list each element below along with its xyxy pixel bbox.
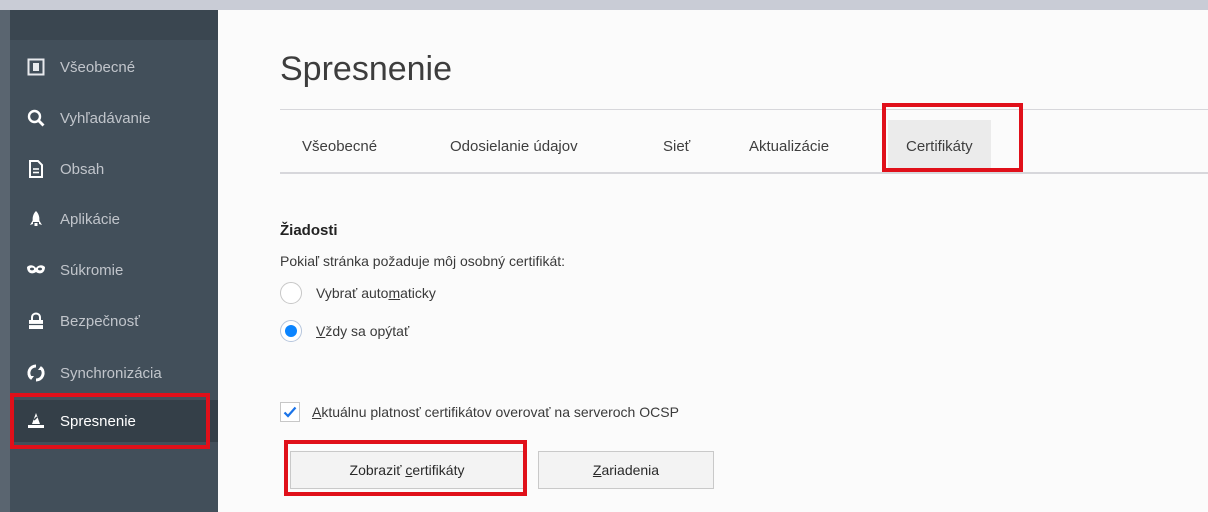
document-icon	[26, 159, 46, 179]
tab-data-choices[interactable]: Odosielanie údajov	[450, 120, 578, 172]
tab-update[interactable]: Aktualizácie	[749, 120, 829, 172]
radio-button-selected[interactable]	[280, 320, 302, 342]
ocsp-checkbox-label: Aktuálnu platnosť certifikátov overovať …	[312, 404, 679, 420]
sidebar-item-content[interactable]: Obsah	[14, 148, 218, 190]
sidebar-item-label: Synchronizácia	[60, 364, 162, 382]
tab-bar: Všeobecné Odosielanie údajov Sieť Aktual…	[280, 120, 1208, 172]
radio-label: Vždy sa opýtať	[316, 323, 410, 339]
sidebar-item-label: Aplikácie	[60, 210, 121, 228]
sidebar-item-sync[interactable]: Synchronizácia	[14, 352, 218, 394]
sidebar-top-bar	[10, 10, 218, 40]
wizard-hat-icon	[26, 411, 46, 431]
sync-icon	[26, 363, 46, 383]
sidebar-edge	[0, 10, 10, 512]
tab-certificates[interactable]: Certifikáty	[888, 120, 991, 172]
rocket-icon	[26, 209, 46, 229]
main-panel: Spresnenie Všeobecné Odosielanie údajov …	[218, 10, 1208, 512]
radio-select-automatically[interactable]: Vybrať automaticky	[280, 282, 436, 304]
search-icon	[26, 108, 46, 128]
radio-button[interactable]	[280, 282, 302, 304]
radio-ask-every-time[interactable]: Vždy sa opýtať	[280, 320, 409, 342]
security-devices-button[interactable]: Zariadenia	[538, 451, 714, 489]
mask-icon	[26, 260, 46, 280]
lock-icon	[26, 311, 46, 331]
sidebar-item-applications[interactable]: Aplikácie	[14, 198, 218, 240]
title-divider	[280, 109, 1208, 110]
section-description: Pokiaľ stránka požaduje môj osobný certi…	[280, 253, 566, 269]
tab-network[interactable]: Sieť	[663, 120, 690, 172]
sidebar-item-privacy[interactable]: Súkromie	[14, 249, 218, 291]
sidebar-item-security[interactable]: Bezpečnosť	[14, 300, 218, 342]
ocsp-checkbox[interactable]	[280, 402, 300, 422]
sidebar-item-label: Súkromie	[60, 261, 124, 279]
tab-general[interactable]: Všeobecné	[302, 120, 377, 172]
radio-label: Vybrať automaticky	[316, 285, 436, 301]
page-title: Spresnenie	[280, 50, 453, 88]
window-top-strip	[0, 0, 1208, 10]
sidebar-item-search[interactable]: Vyhľadávanie	[14, 97, 218, 139]
sidebar-item-label: Spresnenie	[60, 412, 136, 430]
sidebar-item-label: Všeobecné	[60, 58, 136, 76]
sidebar-item-label: Vyhľadávanie	[60, 109, 151, 127]
tabs-divider	[280, 172, 1208, 174]
view-certificates-button[interactable]: Zobraziť c ertifikáty	[290, 451, 524, 489]
sidebar-item-general[interactable]: Všeobecné	[14, 46, 218, 88]
ocsp-checkbox-row[interactable]: Aktuálnu platnosť certifikátov overovať …	[280, 402, 679, 422]
sidebar-item-label: Bezpečnosť	[60, 312, 140, 330]
section-heading: Žiadosti	[280, 222, 338, 239]
sidebar-item-advanced[interactable]: Spresnenie	[14, 400, 218, 442]
general-icon	[26, 57, 46, 77]
sidebar-item-label: Obsah	[60, 160, 105, 178]
checkmark-icon	[283, 406, 297, 418]
